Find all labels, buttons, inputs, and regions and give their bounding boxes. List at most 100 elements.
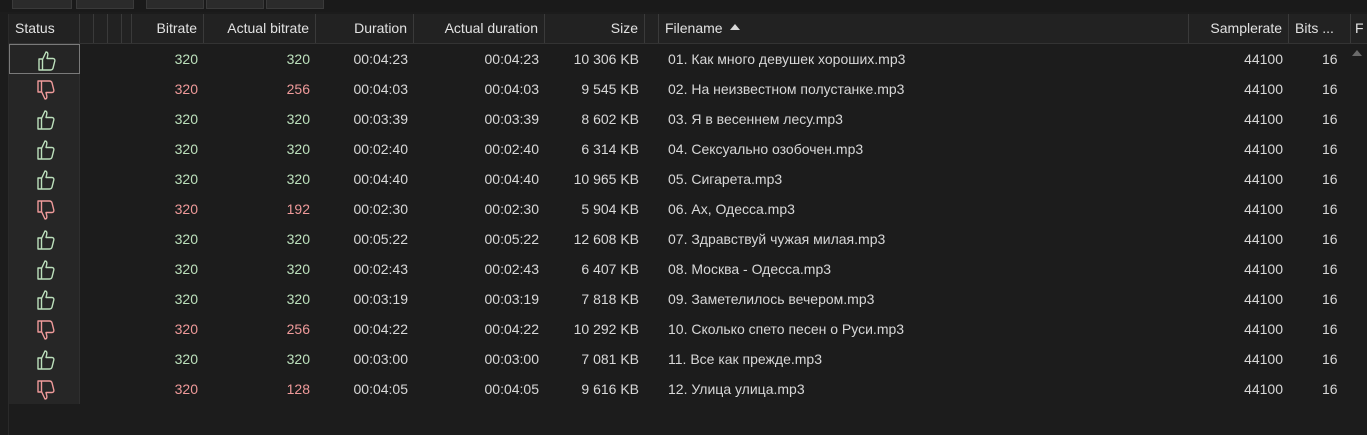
cell-bits: 16 — [1322, 291, 1338, 307]
cell-samplerate: 44100 — [1244, 261, 1283, 277]
header-empty-col[interactable] — [94, 14, 108, 43]
cell-size: 10 965 KB — [573, 171, 639, 187]
cell-size: 10 292 KB — [573, 321, 639, 337]
cell-samplerate: 44100 — [1244, 291, 1283, 307]
table-row[interactable]: 320 256 00:04:03 00:04:03 9 545 KB 02. На неи… — [9, 74, 1367, 104]
cell-actual-bitrate: 320 — [286, 141, 310, 157]
cell-samplerate: 44100 — [1244, 231, 1283, 247]
cell-filename: 04. Сексуально озобочен.mp3 — [668, 141, 864, 157]
cell-duration: 00:02:40 — [353, 141, 409, 157]
thumbs-up-icon — [37, 350, 55, 370]
cell-actual-bitrate: 320 — [286, 261, 310, 277]
status-cell — [9, 194, 80, 224]
cell-samplerate: 44100 — [1244, 171, 1283, 187]
cell-actual-bitrate: 320 — [286, 291, 310, 307]
table-row[interactable]: 320 192 00:02:30 00:02:30 5 904 KB 06. Ах, Од… — [9, 194, 1367, 224]
cell-actual-bitrate: 256 — [286, 321, 310, 337]
header-truncated-col[interactable]: F — [1351, 14, 1367, 43]
table-row[interactable]: 320 320 00:04:40 00:04:40 10 965 KB 05. Сигар… — [9, 164, 1367, 194]
cell-bits: 16 — [1322, 381, 1338, 397]
table-row[interactable]: 320 320 00:02:43 00:02:43 6 407 KB 08. Москва… — [9, 254, 1367, 284]
table-row[interactable]: 320 320 00:03:39 00:03:39 8 602 KB 03. Я в ве… — [9, 104, 1367, 134]
cell-duration: 00:04:23 — [353, 51, 409, 67]
cell-actual-bitrate: 192 — [286, 201, 310, 217]
cell-size: 9 545 KB — [581, 81, 639, 97]
table-row[interactable]: 320 128 00:04:05 00:04:05 9 616 KB 12. Улица … — [9, 374, 1367, 404]
cell-actual-bitrate: 256 — [286, 81, 310, 97]
cell-bitrate: 320 — [174, 51, 198, 67]
header-empty-col[interactable] — [80, 14, 94, 43]
thumbs-up-icon — [37, 140, 55, 160]
header-empty-col[interactable] — [645, 14, 659, 43]
cell-samplerate: 44100 — [1244, 81, 1283, 97]
table-row[interactable]: 320 256 00:04:22 00:04:22 10 292 KB 10. Сколь… — [9, 314, 1367, 344]
thumbs-up-icon — [37, 260, 55, 280]
vertical-scrollbar[interactable] — [1346, 44, 1367, 434]
thumbs-up-icon — [37, 170, 55, 190]
header-size[interactable]: Size — [545, 14, 645, 43]
cell-actual-bitrate: 320 — [286, 51, 310, 67]
header-empty-col[interactable] — [108, 14, 122, 43]
header-actual-duration[interactable]: Actual duration — [414, 14, 545, 43]
status-cell — [9, 74, 80, 104]
status-cell — [9, 104, 80, 134]
cell-bits: 16 — [1322, 171, 1338, 187]
cell-filename: 08. Москва - Одесса.mp3 — [668, 261, 832, 277]
cell-actual-bitrate: 320 — [286, 351, 310, 367]
table-row[interactable]: 320 320 00:04:23 00:04:23 10 306 KB 01. Как м… — [9, 44, 1367, 74]
sort-ascending-icon — [729, 24, 740, 31]
header-bitrate[interactable]: Bitrate — [132, 14, 204, 43]
column-header-row: Status Bitrate Actual bitrate Duration A… — [9, 14, 1367, 44]
cell-duration: 00:04:03 — [353, 81, 409, 97]
cell-filename: 10. Сколько спето песен о Руси.mp3 — [668, 321, 905, 337]
cell-bitrate: 320 — [174, 381, 198, 397]
table-row[interactable]: 320 320 00:02:40 00:02:40 6 314 KB 04. Сексуа… — [9, 134, 1367, 164]
header-actual-bitrate[interactable]: Actual bitrate — [204, 14, 316, 43]
toolbar-button[interactable] — [76, 0, 134, 9]
toolbar-button[interactable] — [206, 0, 264, 9]
cell-duration: 00:03:00 — [353, 351, 409, 367]
cell-duration: 00:04:40 — [353, 171, 409, 187]
cell-bitrate: 320 — [174, 111, 198, 127]
status-cell — [9, 374, 80, 404]
cell-actual-bitrate: 320 — [286, 171, 310, 187]
cell-bitrate: 320 — [174, 291, 198, 307]
cell-duration: 00:05:22 — [353, 231, 409, 247]
header-bits[interactable]: Bits ... — [1289, 14, 1351, 43]
header-filename-label: Filename — [665, 20, 723, 36]
scroll-up-arrow-icon[interactable] — [1352, 50, 1362, 56]
thumbs-down-icon — [37, 320, 55, 340]
cell-size: 8 602 KB — [581, 111, 639, 127]
header-empty-col[interactable] — [122, 14, 132, 43]
status-cell — [9, 254, 80, 284]
toolbar-button[interactable] — [146, 0, 204, 9]
cell-size: 12 608 KB — [573, 231, 639, 247]
cell-samplerate: 44100 — [1244, 141, 1283, 157]
cell-bits: 16 — [1322, 111, 1338, 127]
cell-filename: 12. Улица улица.mp3 — [668, 381, 805, 397]
cell-actual-duration: 00:04:23 — [484, 51, 540, 67]
header-samplerate[interactable]: Samplerate — [1189, 14, 1289, 43]
cell-actual-duration: 00:04:03 — [484, 81, 540, 97]
cell-filename: 06. Ах, Одесса.mp3 — [668, 201, 795, 217]
header-status[interactable]: Status — [9, 14, 80, 43]
cell-samplerate: 44100 — [1244, 201, 1283, 217]
cell-size: 7 081 KB — [581, 351, 639, 367]
cell-actual-duration: 00:02:30 — [484, 201, 540, 217]
cell-bitrate: 320 — [174, 81, 198, 97]
cell-actual-duration: 00:03:39 — [484, 111, 540, 127]
toolbar-button[interactable] — [266, 0, 324, 9]
cell-duration: 00:02:30 — [353, 201, 409, 217]
table-row[interactable]: 320 320 00:03:19 00:03:19 7 818 KB 09. Замете… — [9, 284, 1367, 314]
header-filename[interactable]: Filename — [659, 14, 1189, 43]
status-cell — [9, 134, 80, 164]
thumbs-down-icon — [37, 380, 55, 400]
cell-size: 6 407 KB — [581, 261, 639, 277]
table-row[interactable]: 320 320 00:05:22 00:05:22 12 608 KB 07. Здрав… — [9, 224, 1367, 254]
table-row[interactable]: 320 320 00:03:00 00:03:00 7 081 KB 11. Все ка… — [9, 344, 1367, 374]
header-duration[interactable]: Duration — [316, 14, 414, 43]
toolbar-button[interactable] — [12, 0, 72, 9]
status-cell — [9, 224, 80, 254]
thumbs-down-icon — [37, 200, 55, 220]
status-cell — [9, 314, 80, 344]
